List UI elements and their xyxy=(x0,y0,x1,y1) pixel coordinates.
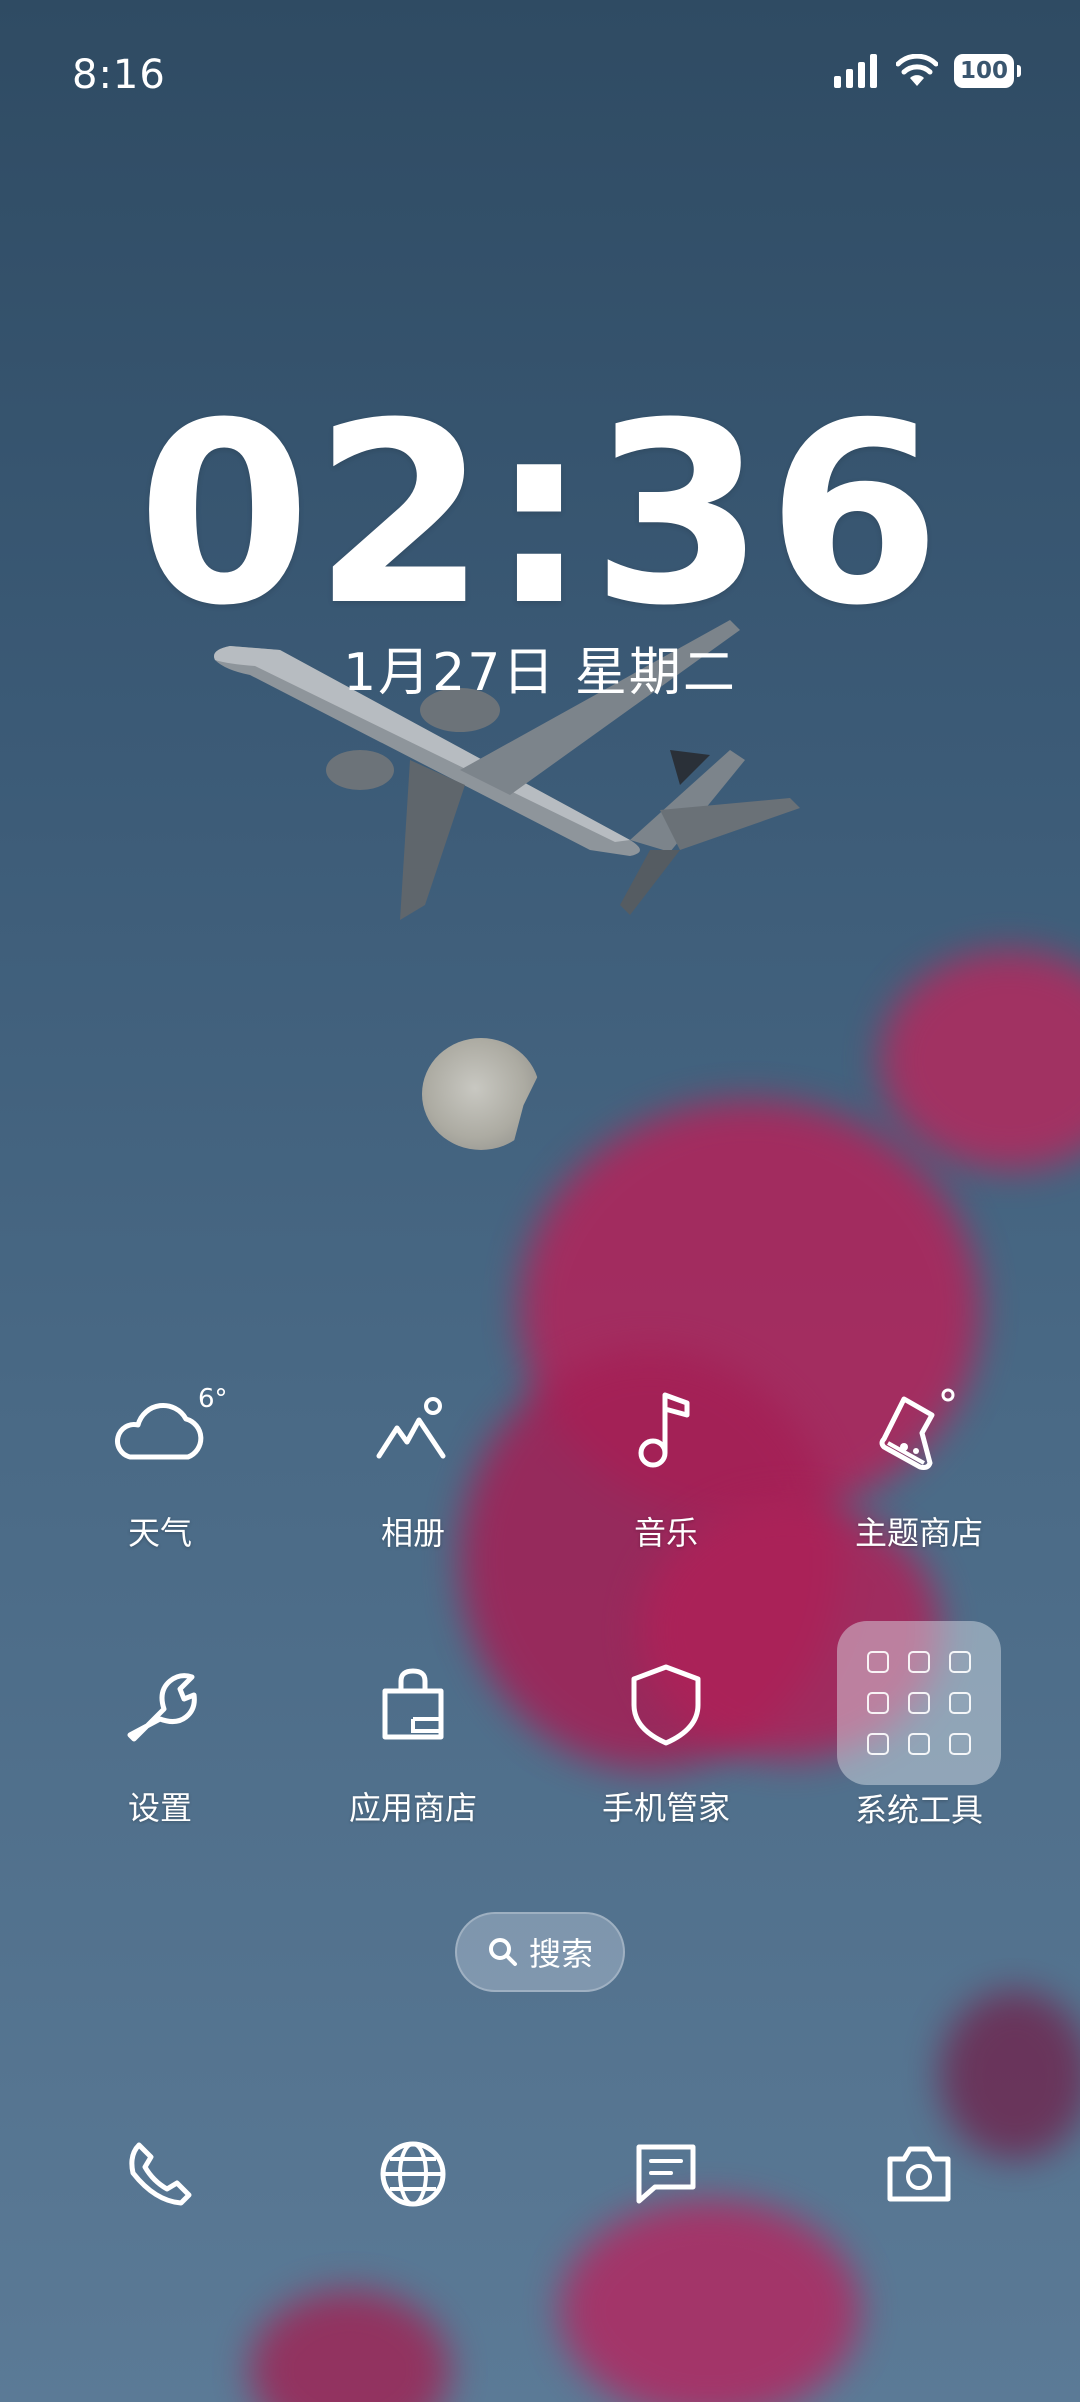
dock-camera[interactable] xyxy=(869,2124,969,2224)
app-phone-manager[interactable]: 手机管家 xyxy=(566,1645,766,1829)
dock-phone[interactable] xyxy=(110,2124,210,2224)
status-time: 8:16 xyxy=(72,52,166,98)
battery-indicator: 100 xyxy=(954,54,1021,88)
signal-icon xyxy=(834,54,877,88)
moon xyxy=(422,1038,540,1150)
flower-blur xyxy=(250,2290,450,2402)
mountain-photo-icon xyxy=(353,1370,473,1490)
app-label: 系统工具 xyxy=(854,1791,983,1829)
app-label: 设置 xyxy=(127,1789,192,1827)
app-label: 手机管家 xyxy=(601,1789,730,1827)
clock-date: 1月27日 星期二 xyxy=(343,643,737,703)
app-label: 相册 xyxy=(380,1514,445,1552)
status-bar: 8:16 100 xyxy=(0,0,1080,150)
app-label: 应用商店 xyxy=(348,1789,477,1827)
mini-app-icon xyxy=(948,1651,971,1674)
mini-app-icon xyxy=(867,1691,890,1714)
app-weather[interactable]: 6° 天气 xyxy=(60,1370,260,1554)
app-settings[interactable]: 设置 xyxy=(60,1645,260,1829)
phone-icon xyxy=(129,2142,192,2206)
app-label: 主题商店 xyxy=(854,1514,983,1552)
mini-app-icon xyxy=(907,1691,930,1714)
mini-app-icon xyxy=(867,1651,890,1674)
clock-time[interactable]: 02:36 xyxy=(0,390,1080,640)
dock-browser[interactable] xyxy=(363,2124,463,2224)
message-icon xyxy=(636,2144,696,2204)
globe-icon xyxy=(380,2141,446,2207)
status-icons: 100 xyxy=(834,54,1021,88)
mini-app-icon xyxy=(948,1691,971,1714)
flower-blur xyxy=(560,2200,860,2402)
mini-app-icon xyxy=(948,1732,971,1755)
music-note-icon xyxy=(606,1370,726,1490)
wrench-icon xyxy=(100,1645,220,1765)
app-system-tools-folder[interactable]: 系统工具 xyxy=(819,1621,1019,1831)
folder-icon xyxy=(837,1621,1001,1785)
app-music[interactable]: 音乐 xyxy=(566,1370,766,1554)
shield-icon xyxy=(606,1645,726,1765)
camera-icon xyxy=(887,2146,951,2202)
app-theme-store[interactable]: 主题商店 xyxy=(819,1370,1019,1554)
mini-app-icon xyxy=(867,1732,890,1755)
app-label: 天气 xyxy=(127,1514,192,1552)
search-icon xyxy=(488,1938,517,1966)
mini-app-icon xyxy=(907,1732,930,1755)
app-gallery[interactable]: 相册 xyxy=(313,1370,513,1554)
dock-messages[interactable] xyxy=(616,2124,716,2224)
home-screen: 8:16 100 02:36 1月27日 星期二 6° 天气 相册 音乐 主题商… xyxy=(0,0,1080,2402)
wifi-icon xyxy=(896,54,938,86)
app-app-store[interactable]: 应用商店 xyxy=(313,1645,513,1829)
shopping-bag-icon xyxy=(353,1645,473,1765)
app-label: 音乐 xyxy=(633,1514,698,1552)
flower-blur xyxy=(880,950,1080,1170)
weather-temperature: 6° xyxy=(198,1384,228,1414)
search-label: 搜索 xyxy=(528,1935,593,1973)
flask-icon xyxy=(859,1370,979,1490)
mini-app-icon xyxy=(907,1651,930,1674)
search-button[interactable]: 搜索 xyxy=(455,1912,625,1992)
